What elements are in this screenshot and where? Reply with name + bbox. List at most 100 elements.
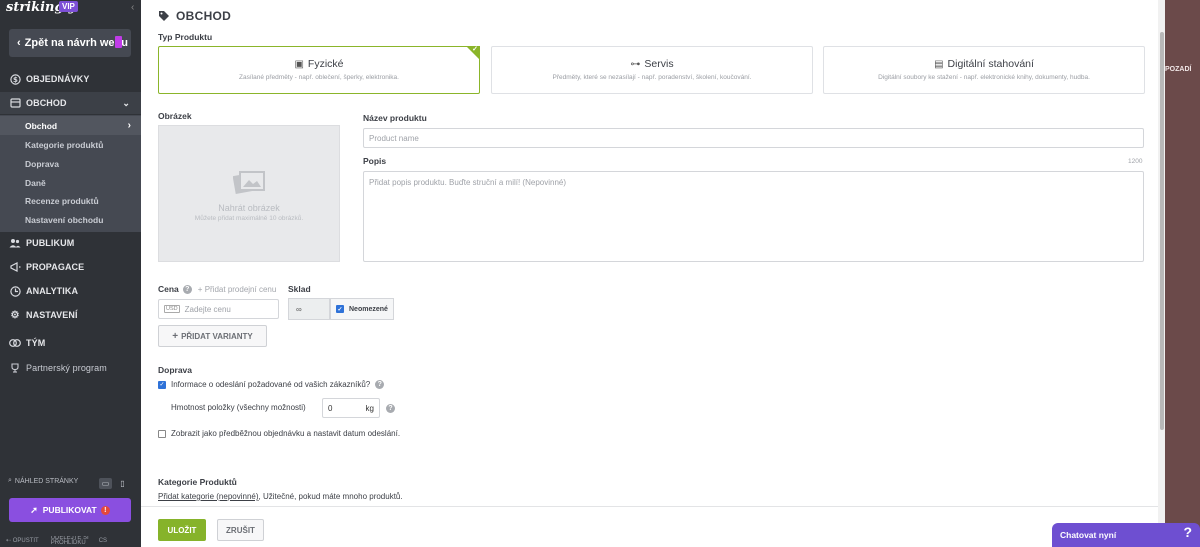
nav-label: Partnerský program	[26, 363, 107, 373]
type-desc: Zasílané předměty - např. oblečení, šper…	[239, 74, 399, 81]
page-title: OBCHOD	[158, 9, 231, 23]
sub-item-shipping[interactable]: Doprava	[0, 154, 141, 173]
product-type-label: Typ Produktu	[158, 32, 213, 42]
nav-team[interactable]: TÝM	[0, 332, 141, 354]
save-button[interactable]: ULOŽIT	[158, 519, 206, 541]
category-label: Kategorie Produktů	[158, 477, 237, 487]
product-name-input[interactable]: Product name	[363, 128, 1144, 148]
nav-promotion[interactable]: PROPAGACE	[0, 256, 141, 278]
add-sale-price-link[interactable]: + Přidat prodejní cenu	[198, 285, 277, 294]
unlimited-checkbox[interactable]: ✓ Neomezené	[330, 298, 394, 320]
sub-item-categories[interactable]: Kategorie produktů	[0, 135, 141, 154]
plus-icon: +	[172, 330, 179, 342]
sub-item-taxes[interactable]: Daně	[0, 173, 141, 192]
desktop-icon[interactable]: ▭	[99, 478, 112, 489]
category-hint: , Užitečné, pokud máte mnoho produktů.	[258, 492, 403, 501]
rocket-icon: ➚	[30, 504, 38, 515]
nav-settings[interactable]: ⚙ NASTAVENÍ	[0, 304, 141, 326]
page-preview[interactable]: ⌕ NÁHLED STRÁNKY	[8, 477, 78, 485]
chevron-down-icon: ⌄	[122, 97, 130, 108]
weight-value: 0	[328, 403, 333, 413]
image-icon	[232, 171, 265, 194]
upload-text: Nahrát obrázek	[218, 203, 280, 213]
mobile-icon[interactable]: ▯	[116, 478, 129, 489]
price-input[interactable]: USD Zadejte cenu	[158, 299, 279, 319]
exit-link[interactable]: ⇠ OPUSTIT	[6, 537, 39, 544]
product-name-label: Název produktu	[363, 113, 427, 123]
sub-item-reviews[interactable]: Recenze produktů	[0, 191, 141, 210]
shop-icon	[9, 97, 21, 109]
nav-label: OBJEDNÁVKY	[26, 74, 90, 84]
cancel-button[interactable]: ZRUŠIT	[217, 519, 264, 541]
add-variants-label: PŘIDAT VARIANTY	[181, 331, 253, 341]
chevron-left-icon: ‹	[17, 37, 21, 49]
price-label-row: Cena ? + Přidat prodejní cenu	[158, 284, 276, 294]
nav-shop[interactable]: OBCHOD ⌄	[0, 92, 141, 114]
description-label: Popis	[363, 156, 387, 166]
upload-hint: Můžete přidat maximálně 10 obrázků.	[194, 215, 304, 222]
shipping-info-row[interactable]: ✓ Informace o odeslání požadované od vaš…	[158, 380, 385, 389]
preview-label: NÁHLED STRÁNKY	[14, 477, 79, 485]
scrollbar-thumb[interactable]	[1160, 32, 1164, 430]
chat-label: Chatovat nyní	[1060, 530, 1117, 540]
sub-label: Obchod	[25, 120, 58, 131]
chevron-right-icon: ›	[127, 120, 131, 131]
nav-label: PUBLIKUM	[26, 238, 75, 248]
weight-label: Hmotnost položky (všechny možnosti)	[171, 403, 306, 412]
image-label: Obrázek	[158, 111, 192, 121]
currency-badge: USD	[164, 305, 180, 313]
language-selector[interactable]: CS	[99, 538, 107, 544]
document-icon: ▤	[934, 58, 944, 70]
nav-label: ANALYTIKA	[26, 286, 79, 296]
nav-label: OBCHOD	[26, 98, 67, 108]
checkbox-unchecked[interactable]	[158, 429, 166, 438]
svg-text:$: $	[13, 76, 18, 84]
tour-link[interactable]: UDĚLEJTE SI PROHLÍDKU	[51, 536, 91, 546]
image-upload-area[interactable]: Nahrát obrázek Můžete přidat maximálně 1…	[158, 125, 340, 262]
help-icon[interactable]: ?	[182, 284, 192, 294]
title-text: OBCHOD	[176, 9, 232, 23]
trophy-icon	[9, 362, 21, 374]
add-category-link[interactable]: Přidat kategorie (nepovinné)	[158, 492, 259, 501]
type-digital-option[interactable]: ▤ Digitální stahování Digitální soubory k…	[823, 46, 1145, 94]
type-desc: Digitální soubory ke stažení - např. ele…	[878, 74, 1090, 81]
vip-badge: VIP	[59, 1, 78, 12]
sub-item-shop-settings[interactable]: Nastavení obchodu	[0, 210, 141, 229]
weight-unit: kg	[365, 403, 374, 413]
check-icon: ✓	[472, 46, 478, 53]
stock-input[interactable]: ∞	[288, 298, 330, 320]
add-variants-button[interactable]: + PŘIDAT VARIANTY	[158, 325, 267, 347]
preorder-row[interactable]: Zobrazit jako předběžnou objednávku a na…	[158, 429, 400, 438]
description-textarea[interactable]: Přidat popis produktu. Buďte struční a m…	[363, 171, 1144, 262]
type-service-option[interactable]: ⊶ Servis Předměty, které se nezasílají - …	[491, 46, 813, 94]
nav-orders[interactable]: $ OBJEDNÁVKY	[0, 68, 141, 90]
nav-partner-program[interactable]: Partnerský program	[0, 357, 141, 379]
publish-label: PUBLIKOVAT	[42, 505, 97, 515]
publish-button[interactable]: ➚ PUBLIKOVAT !	[9, 498, 131, 522]
checkbox-checked[interactable]: ✓	[158, 380, 166, 389]
team-icon	[9, 337, 21, 349]
back-to-site-button[interactable]: ‹ Zpět na návrh webu	[9, 29, 131, 57]
shipping-info-text: Informace o odeslání požadované od vašic…	[171, 380, 371, 389]
dollar-icon: $	[9, 73, 21, 85]
type-desc: Předměty, které se nezasílají - např. po…	[552, 74, 752, 81]
background-label[interactable]: POZADÍ	[1165, 66, 1191, 73]
help-icon[interactable]: ?	[386, 404, 395, 413]
type-title: Servis	[644, 58, 674, 70]
collapse-icon[interactable]: ‹	[131, 2, 134, 13]
megaphone-icon	[9, 261, 21, 273]
weight-input[interactable]: 0 kg	[322, 398, 380, 418]
sub-item-shop[interactable]: Obchod ›	[0, 116, 141, 135]
nav-analytics[interactable]: ANALYTIKA	[0, 280, 141, 302]
nav-audience[interactable]: PUBLIKUM	[0, 232, 141, 254]
nav-label: PROPAGACE	[26, 262, 85, 272]
chat-now-button[interactable]: Chatovat nyní ?	[1052, 523, 1200, 547]
type-physical-option[interactable]: ✓ ▣ Fyzické Zasílané předměty - např. obl…	[158, 46, 480, 94]
price-placeholder: Zadejte cenu	[184, 304, 231, 314]
stock-label: Sklad	[288, 284, 311, 294]
char-counter: 1200	[1128, 158, 1143, 165]
price-label: Cena	[158, 284, 179, 294]
help-icon[interactable]: ?	[375, 380, 385, 389]
shipping-label: Doprava	[158, 365, 193, 375]
page-icon	[115, 36, 122, 48]
